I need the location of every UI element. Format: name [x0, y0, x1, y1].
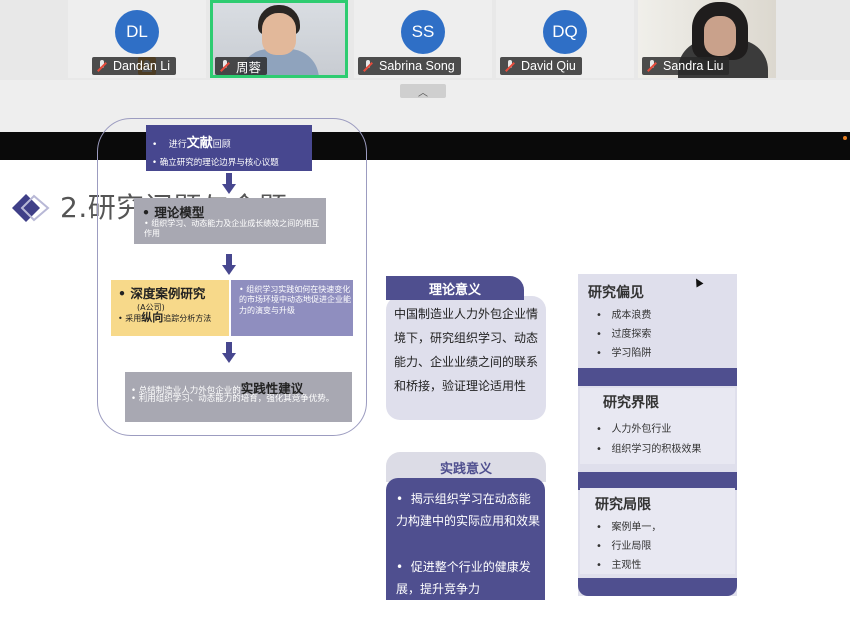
limits-header: 研究局限	[595, 497, 651, 513]
participant-name-chip: Sabrina Song	[358, 57, 461, 75]
chevron-up-icon: ︿	[418, 87, 428, 99]
participant-name: 周蓉	[236, 60, 262, 75]
participant-tile-sandra-liu[interactable]: Sandra Liu	[638, 0, 776, 78]
down-arrow-icon	[222, 254, 236, 276]
flow-step-case-study: 深度案例研究 (A公司) • 采用纵向追踪分析方法	[111, 280, 229, 336]
step-case-title: 深度案例研究	[118, 283, 205, 302]
limits-item: • 主观性	[596, 560, 642, 571]
recording-dot-icon	[843, 136, 847, 140]
step-model-desc: • 组织学习、动态能力及企业成长绩效之间的相互作用	[144, 219, 320, 238]
participant-name: Dandan Li	[113, 59, 170, 73]
participant-tile-dandan-li[interactable]: DL Dandan Li	[68, 0, 206, 78]
participant-name: David Qiu	[521, 59, 576, 73]
participant-name: Sandra Liu	[663, 59, 724, 73]
diamond-logo-icon	[12, 194, 50, 222]
step-literature-line2: 确立研究的理论边界与核心议题	[152, 156, 279, 168]
meeting-window: DL Dandan Li 周蓉 SS Sabrina Song DQ David…	[0, 0, 850, 638]
practice-item: • 揭示组织学习在动态能力构建中的实际应用和效果	[396, 492, 541, 528]
mic-muted-icon	[504, 60, 516, 72]
practice-card: • 揭示组织学习在动态能力构建中的实际应用和效果 • 促进整个行业的健康发展，提…	[386, 478, 545, 600]
mic-muted-icon	[96, 60, 108, 72]
theory-card: 理论意义 中国制造业人力外包企业情境下，研究组织学习、动态能力、企业业绩之间的联…	[386, 276, 546, 420]
participant-tile-sabrina-song[interactable]: SS Sabrina Song	[354, 0, 492, 78]
participant-strip: DL Dandan Li 周蓉 SS Sabrina Song DQ David…	[0, 0, 850, 132]
participant-avatar: SS	[401, 10, 445, 54]
mic-muted-icon	[362, 60, 374, 72]
step-case-desc: • 采用纵向追踪分析方法	[118, 311, 212, 324]
limits-item: • 案例单一，	[596, 522, 662, 533]
participant-tiles: DL Dandan Li 周蓉 SS Sabrina Song DQ David…	[0, 0, 850, 80]
video-person-face	[704, 16, 736, 56]
mic-icon	[219, 60, 231, 72]
step-case-detail-text: • 组织学习实践如何在快速变化的市场环境中动态地促进企业能力的演变与升级	[239, 285, 351, 315]
participant-name-chip: 周蓉	[215, 57, 268, 75]
bias-item: • 学习陷阱	[596, 348, 652, 359]
bias-header: 研究偏见	[588, 285, 644, 301]
participant-avatar: DQ	[543, 10, 587, 54]
divider-band	[578, 368, 737, 386]
flow-step-case-detail: • 组织学习实践如何在快速变化的市场环境中动态地促进企业能力的演变与升级	[231, 280, 353, 336]
step-rec-line2: • 利用组织学习、动态能力的培育，强化其竞争优势。	[131, 394, 335, 404]
participant-tile-zhou-rong[interactable]: 周蓉	[210, 0, 348, 78]
participant-tile-david-qiu[interactable]: DQ David Qiu	[496, 0, 634, 78]
bias-item: • 成本浪费	[596, 310, 652, 321]
participant-name-chip: David Qiu	[500, 57, 582, 75]
flow-step-recommendation: • 总结制造业人力外包企业的实践性建议 • 利用组织学习、动态能力的培育，强化其…	[125, 372, 352, 422]
video-person-face	[262, 13, 296, 55]
bias-item: • 过度探索	[596, 329, 652, 340]
boundary-item: • 组织学习的积极效果	[596, 444, 702, 455]
collapse-strip-button[interactable]: ︿	[400, 84, 446, 99]
boundary-header: 研究界限	[603, 395, 659, 411]
divider-band	[578, 578, 737, 596]
flow-step-model: 理论模型 • 组织学习、动态能力及企业成长绩效之间的相互作用	[134, 198, 326, 244]
participant-name: Sabrina Song	[379, 59, 455, 73]
theory-card-body: 中国制造业人力外包企业情境下，研究组织学习、动态能力、企业业绩之间的联系和桥接，…	[394, 307, 539, 393]
boundary-item: • 人力外包行业	[596, 424, 672, 435]
flow-step-literature: • 进行文献回顾 确立研究的理论边界与核心议题	[146, 125, 312, 171]
limits-item: • 行业局限	[596, 541, 652, 552]
mic-muted-icon	[646, 60, 658, 72]
practice-item: • 促进整个行业的健康发展，提升竞争力	[396, 560, 531, 596]
participant-name-chip: Dandan Li	[92, 57, 176, 75]
down-arrow-icon	[222, 342, 236, 364]
step-literature-line1: • 进行文献回顾	[152, 136, 231, 151]
participant-name-chip: Sandra Liu	[642, 57, 730, 75]
down-arrow-icon	[222, 173, 236, 195]
theory-card-header: 理论意义	[386, 276, 524, 300]
participant-avatar: DL	[115, 10, 159, 54]
